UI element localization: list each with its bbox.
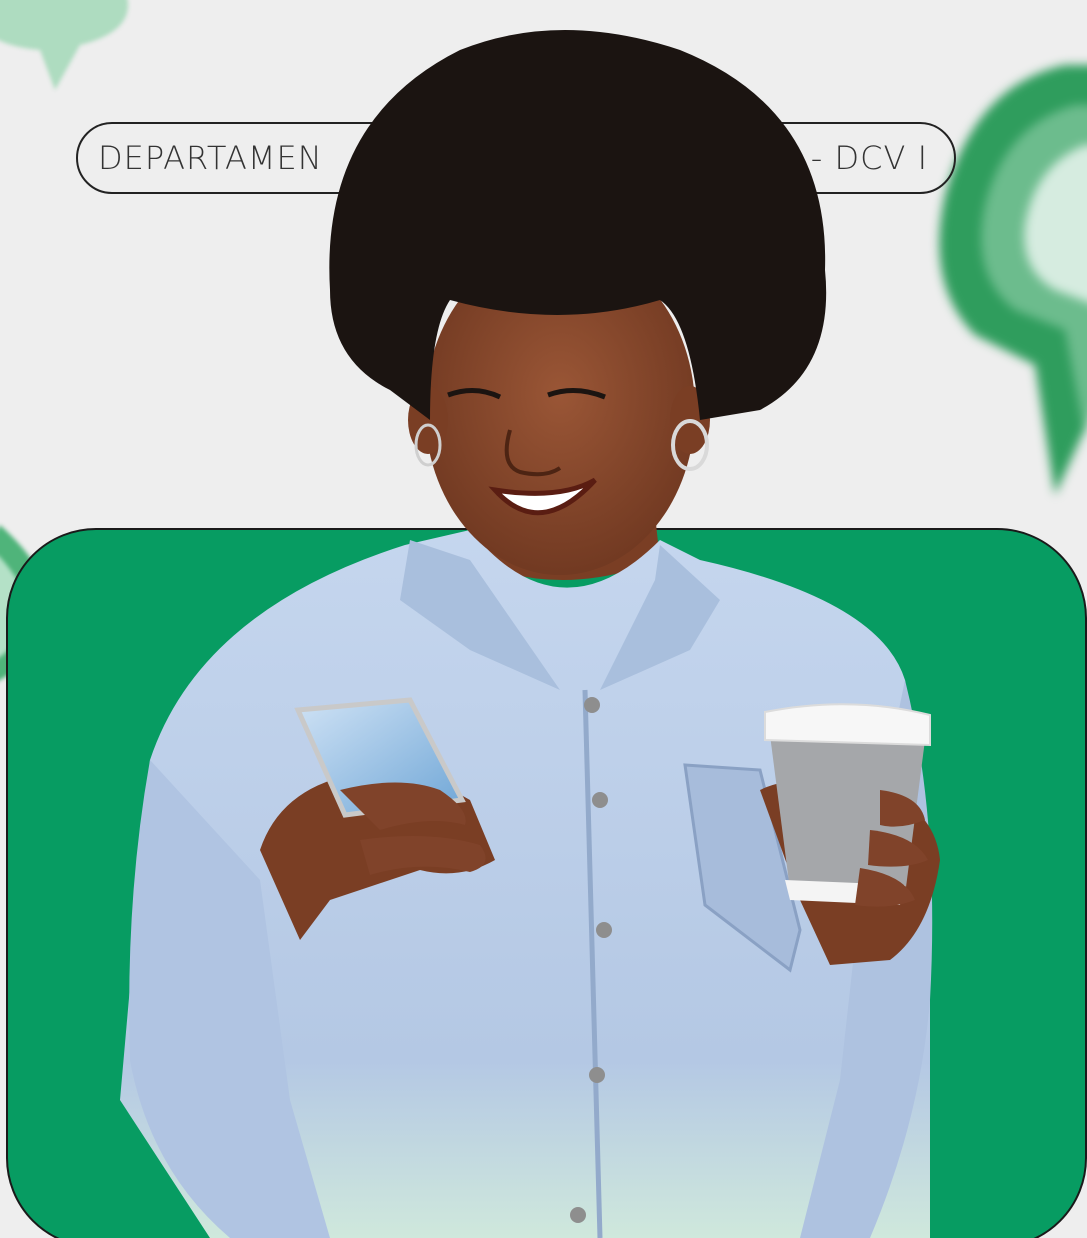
promo-banner: DEPARTAMEN - DCV I xyxy=(0,0,1087,1238)
smiling-woman-illustration xyxy=(120,30,940,1238)
